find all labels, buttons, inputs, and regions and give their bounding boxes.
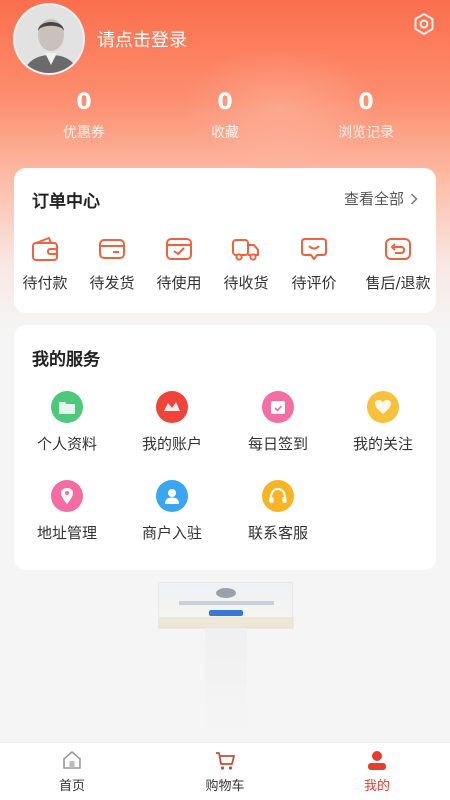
order-pending-receipt[interactable]: 待收货: [212, 236, 280, 293]
cart-icon: [216, 752, 235, 770]
bottom-tab-bar: 首页 购物车 我的: [0, 742, 450, 800]
stat-coupons[interactable]: 0 优惠券: [24, 88, 144, 142]
comment-icon: [301, 238, 327, 260]
stat-label: 优惠券: [63, 125, 105, 141]
return-icon: [385, 238, 411, 260]
view-all-label: 查看全部: [343, 190, 404, 208]
my-services-title: 我的服务: [32, 350, 100, 370]
merchant-icon: [156, 480, 188, 512]
card-icon: [99, 239, 125, 259]
order-item-label: 待发货: [89, 274, 135, 292]
view-all-orders-link[interactable]: 查看全部: [344, 188, 418, 209]
order-pending-review[interactable]: 待评价: [280, 236, 348, 293]
check-box-icon: [166, 238, 192, 260]
order-center-card: 订单中心 查看全部 待付款 待发货 待使用 待收货 待评价 售后/退款: [14, 168, 436, 313]
service-label: 我的关注: [352, 435, 413, 453]
service-merchant-join[interactable]: 商户入驻: [122, 480, 222, 543]
stat-value: 0: [217, 90, 233, 115]
service-label: 商户入驻: [141, 524, 202, 542]
user-icon: [368, 751, 386, 770]
order-item-label: 待评价: [291, 274, 337, 292]
order-center-title: 订单中心: [32, 192, 100, 212]
settings-icon[interactable]: [412, 12, 436, 36]
stat-value: 0: [358, 90, 374, 115]
stat-label: 收藏: [211, 125, 239, 141]
tab-cart[interactable]: 购物车: [185, 749, 265, 794]
order-item-label: 待付款: [22, 274, 68, 292]
service-label: 联系客服: [247, 524, 308, 542]
tab-label: 我的: [363, 779, 390, 794]
wallet-icon: [32, 237, 58, 261]
order-pending-shipment[interactable]: 待发货: [78, 236, 146, 293]
service-customer-support[interactable]: 联系客服: [228, 480, 328, 543]
account-icon: [156, 391, 188, 423]
order-pending-payment[interactable]: 待付款: [11, 236, 79, 293]
login-prompt[interactable]: 请点击登录: [97, 26, 187, 52]
service-daily-checkin[interactable]: 每日签到: [228, 391, 328, 454]
service-account[interactable]: 我的账户: [122, 391, 222, 454]
chevron-right-icon: [410, 192, 418, 205]
stat-value: 0: [76, 90, 92, 115]
order-item-label: 待收货: [223, 274, 269, 292]
stats-row: 0 优惠券 0 收藏 0 浏览记录: [0, 88, 450, 148]
stat-favorites[interactable]: 0 收藏: [165, 88, 285, 142]
service-label: 我的账户: [141, 435, 202, 453]
service-label: 地址管理: [36, 524, 97, 542]
calendar-icon: [262, 391, 294, 423]
banner-shadow: [205, 628, 247, 738]
service-following[interactable]: 我的关注: [333, 391, 433, 454]
headset-icon: [262, 480, 294, 512]
stat-label: 浏览记录: [338, 125, 394, 141]
service-label: 每日签到: [247, 435, 308, 453]
avatar[interactable]: [13, 3, 85, 75]
order-after-sales[interactable]: 售后/退款: [359, 236, 437, 293]
order-item-label: 待使用: [156, 274, 202, 292]
tab-label: 购物车: [205, 779, 245, 794]
tab-label: 首页: [58, 779, 85, 794]
heart-icon: [367, 391, 399, 423]
service-address[interactable]: 地址管理: [17, 480, 117, 543]
service-label: 个人资料: [36, 435, 97, 453]
truck-icon: [232, 239, 259, 261]
my-services-card: 我的服务 个人资料 我的账户 每日签到 我的关注 地址管理 商户入驻 联系客服: [14, 325, 436, 570]
promo-banner-image[interactable]: [158, 582, 294, 629]
stat-history[interactable]: 0 浏览记录: [306, 88, 426, 142]
location-icon: [51, 480, 83, 512]
home-icon: [63, 751, 81, 769]
tab-home[interactable]: 首页: [32, 749, 112, 794]
order-pending-use[interactable]: 待使用: [145, 236, 213, 293]
tab-mine[interactable]: 我的: [337, 749, 417, 794]
folder-icon: [51, 391, 83, 423]
order-item-label: 售后/退款: [365, 274, 431, 292]
service-profile[interactable]: 个人资料: [17, 391, 117, 454]
